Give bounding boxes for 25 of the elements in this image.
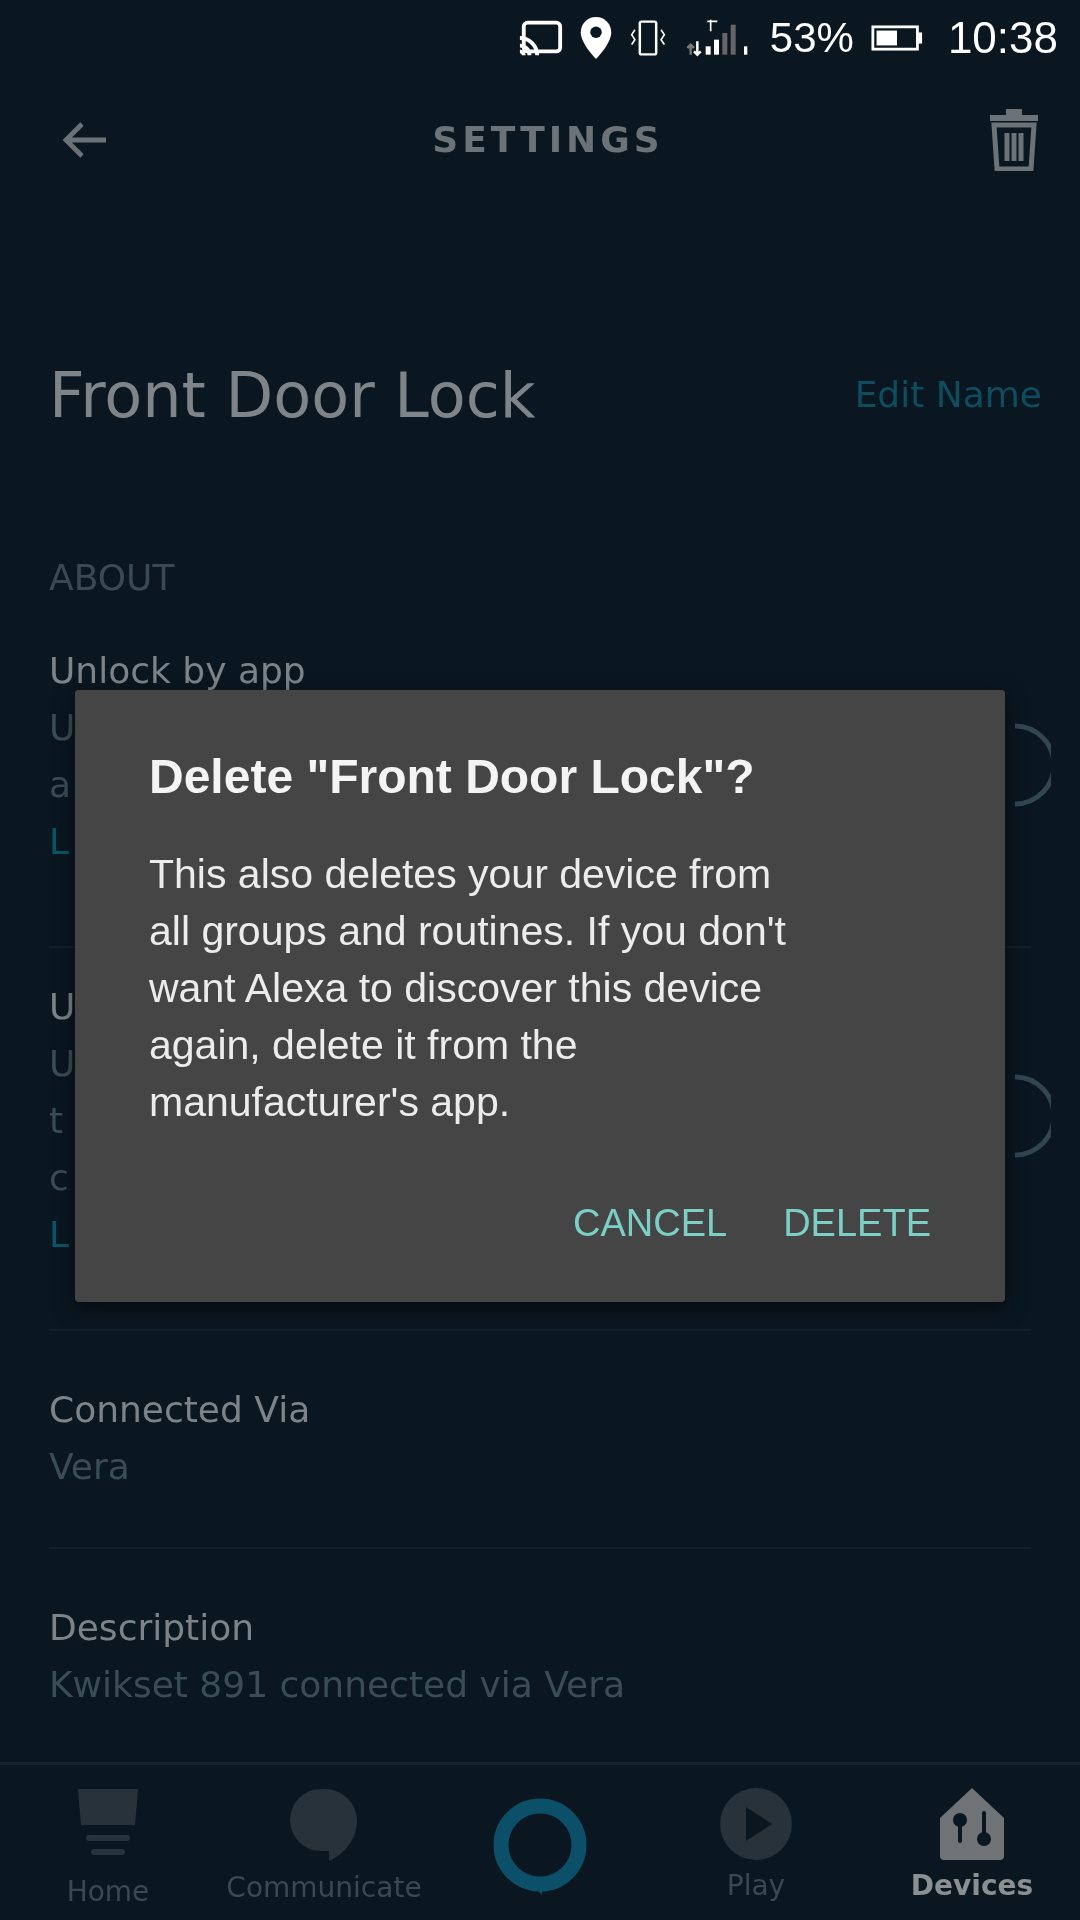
devices-icon[interactable] <box>939 1787 1005 1861</box>
trash-icon[interactable] <box>988 109 1040 171</box>
clock: 10:38 <box>947 11 1058 64</box>
setting-title: Description <box>49 1606 256 1650</box>
back-arrow-icon[interactable] <box>60 120 108 160</box>
delete-button[interactable]: DELETE <box>767 1187 947 1260</box>
battery-icon <box>869 24 924 51</box>
cancel-button[interactable]: CANCEL <box>557 1187 744 1260</box>
dialog-message: This also deletes your device from all groups and routines. If you don't want Alexa to discover this device again, delete it from the manufacturer's app. <box>149 850 787 1127</box>
learn-more-link[interactable]: L <box>49 813 70 870</box>
nav-label[interactable]: Devices <box>910 1865 1034 1907</box>
toggle-switch[interactable] <box>1015 1073 1051 1159</box>
battery-percent: 53% <box>769 13 854 63</box>
learn-more-link[interactable]: L <box>49 1206 70 1263</box>
play-icon[interactable] <box>719 1787 793 1861</box>
toggle-switch[interactable] <box>1015 722 1051 808</box>
setting-title: Unlock by app <box>49 649 306 693</box>
setting-title: Connected Via <box>49 1388 312 1432</box>
edit-name-link[interactable]: Edit Name <box>854 368 1042 422</box>
dialog-title: Delete "Front Door Lock"? <box>149 749 756 805</box>
screen-title: SETTINGS <box>432 118 664 162</box>
location-pin-icon <box>579 16 612 59</box>
setting-title: U <box>49 985 76 1029</box>
speech-bubble-icon[interactable] <box>289 1787 359 1863</box>
device-name: Front Door Lock <box>49 357 536 434</box>
